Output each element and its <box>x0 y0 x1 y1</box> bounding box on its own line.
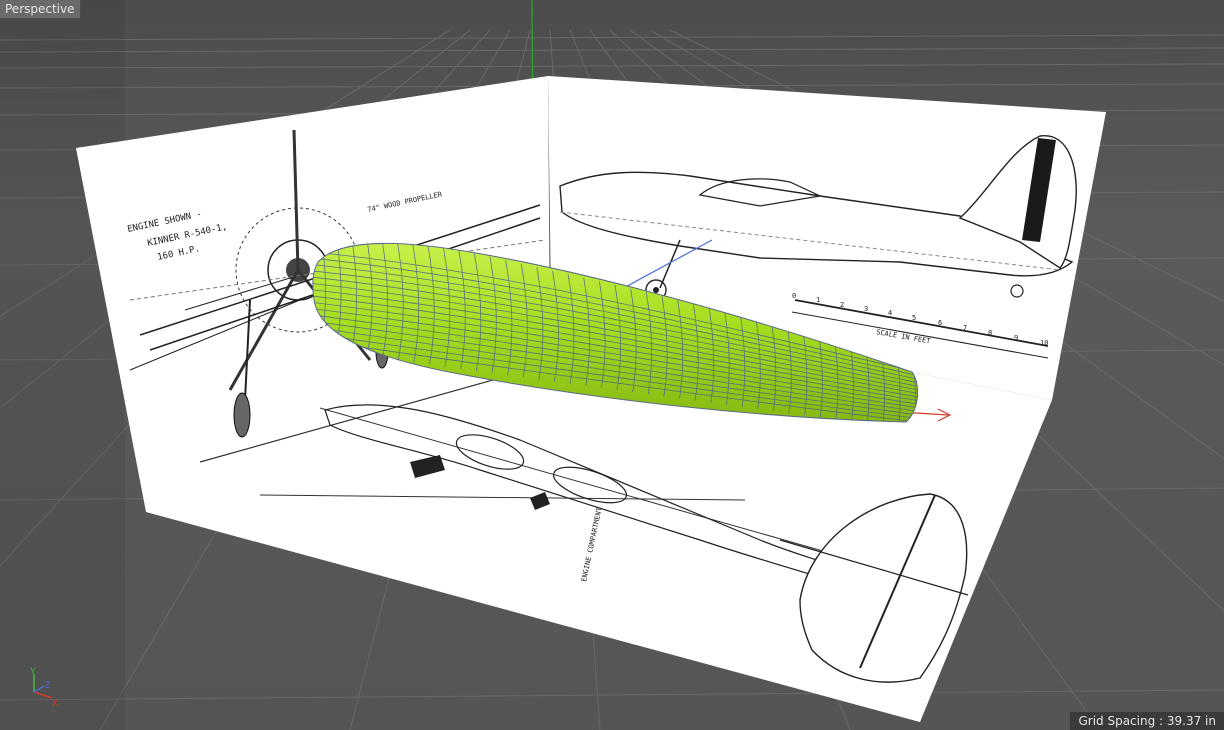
gizmo-x-label: X <box>52 698 58 708</box>
scale-tick-10: 10 <box>1040 339 1048 347</box>
scale-tick-9: 9 <box>1014 334 1018 342</box>
scale-tick-2: 2 <box>840 301 844 309</box>
scale-tick-1: 1 <box>816 296 820 304</box>
scale-tick-7: 7 <box>963 324 967 332</box>
viewport-name-label[interactable]: Perspective <box>0 0 81 19</box>
scale-tick-8: 8 <box>988 329 992 337</box>
perspective-viewport[interactable]: ENGINE SHOWN - KINNER R-540-1, 160 H.P. … <box>0 0 1224 730</box>
viewport-scene[interactable]: ENGINE SHOWN - KINNER R-540-1, 160 H.P. … <box>0 0 1224 730</box>
gizmo-y-label: Y <box>30 666 36 676</box>
scale-tick-5: 5 <box>912 314 916 322</box>
grid-spacing-readout: Grid Spacing : 39.37 in <box>1070 712 1224 730</box>
viewport-shade-left <box>0 0 125 730</box>
gizmo-z-label: Z <box>45 680 51 690</box>
scale-tick-6: 6 <box>938 319 942 327</box>
axis-gizmo: Y Z X <box>30 666 58 708</box>
gizmo-x-axis <box>33 691 53 699</box>
scale-tick-0: 0 <box>792 292 796 300</box>
scale-tick-3: 3 <box>864 305 868 313</box>
gizmo-z-axis <box>33 685 45 693</box>
scale-tick-4: 4 <box>888 309 892 317</box>
